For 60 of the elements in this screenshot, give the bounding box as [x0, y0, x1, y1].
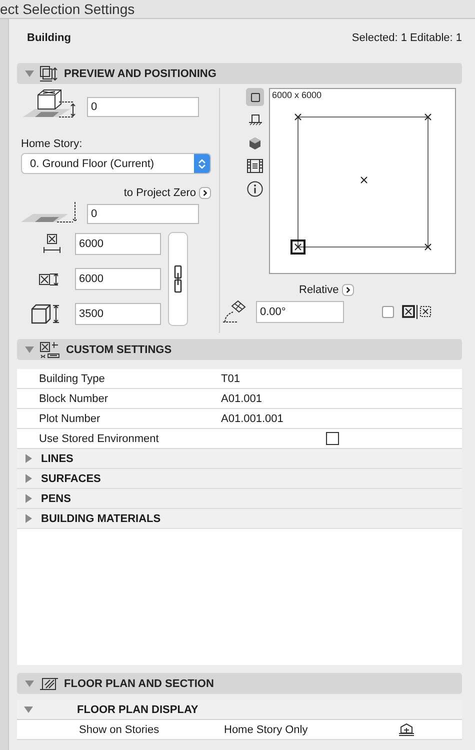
angle-field[interactable]: 0.00°	[256, 301, 344, 323]
section-icon	[248, 114, 262, 126]
property-name: Use Stored Environment	[38, 432, 160, 444]
link-toggle-button[interactable]	[168, 232, 188, 326]
floor-plan-section-icon	[40, 676, 58, 692]
rotation-angle-icon	[222, 300, 248, 324]
property-group-row[interactable]: LINES	[17, 449, 462, 469]
dimension-field[interactable]: 3500	[75, 303, 161, 325]
property-name: Show on Stories	[78, 724, 160, 736]
top-offset-field[interactable]: 0	[87, 97, 199, 117]
disclosure-triangle-icon[interactable]	[24, 705, 33, 714]
disclosure-triangle-icon[interactable]	[24, 474, 33, 483]
section-header[interactable]: CUSTOM SETTINGS	[17, 339, 462, 360]
property-group-row[interactable]: SURFACES	[17, 469, 462, 489]
cube-icon	[249, 136, 261, 150]
stories-icon	[399, 723, 414, 736]
project-zero-label: to Project Zero	[124, 187, 196, 199]
mirror-checkbox[interactable]	[382, 306, 394, 318]
preview-size-label: 6000 x 6000	[272, 90, 322, 100]
property-value[interactable]: A01.001	[221, 392, 462, 404]
view-mode-button[interactable]	[246, 88, 264, 106]
width-icon	[43, 234, 61, 254]
depth-icon	[39, 272, 61, 286]
chevron-right-icon[interactable]	[342, 284, 354, 296]
disclosure-triangle-icon[interactable]	[24, 514, 33, 523]
disclosure-triangle-icon[interactable]	[24, 494, 33, 503]
info-icon	[247, 181, 263, 197]
property-value[interactable]: A01.001.001	[221, 412, 462, 424]
dimension-field[interactable]: 6000	[75, 233, 161, 255]
selection-info: Selected: 1 Editable: 1	[352, 32, 462, 44]
mirror-icons	[402, 305, 432, 319]
property-name: Plot Number	[38, 412, 102, 424]
property-name: Block Number	[38, 392, 110, 404]
view-mode-button[interactable]	[246, 180, 264, 198]
chevron-right-icon[interactable]	[199, 187, 211, 199]
disclosure-triangle-icon[interactable]	[24, 454, 33, 463]
property-group-row[interactable]: FLOOR PLAN DISPLAY	[17, 700, 462, 720]
custom-settings-icon	[40, 342, 60, 358]
home-story-label: Home Story:	[21, 138, 84, 150]
stepper-icon	[198, 158, 206, 170]
preview-section-icon	[40, 66, 58, 82]
property-name: Building Type	[38, 372, 106, 384]
chain-link-icon	[174, 265, 182, 293]
property-value[interactable]: Home Story Only	[224, 724, 399, 736]
elevation-field[interactable]: 0	[87, 204, 199, 224]
property-checkbox[interactable]	[326, 432, 339, 445]
home-story-dropdown[interactable]: 0. Ground Floor (Current)	[21, 153, 211, 174]
section-header[interactable]: PREVIEW AND POSITIONING	[17, 63, 462, 84]
window-title: ect Selection Settings	[0, 1, 135, 17]
property-group-row[interactable]: BUILDING MATERIALS	[17, 509, 462, 529]
relative-label: Relative	[299, 284, 339, 296]
property-value[interactable]: T01	[221, 372, 462, 384]
property-group-row[interactable]: PENS	[17, 489, 462, 509]
square-icon	[250, 92, 260, 102]
section-header[interactable]: FLOOR PLAN AND SECTION	[17, 673, 462, 694]
dimension-field[interactable]: 6000	[75, 268, 161, 290]
view-mode-button[interactable]	[246, 157, 264, 175]
box-height-icon	[31, 304, 61, 324]
element-type-label: Building	[27, 32, 71, 44]
film-list-icon	[247, 159, 263, 173]
